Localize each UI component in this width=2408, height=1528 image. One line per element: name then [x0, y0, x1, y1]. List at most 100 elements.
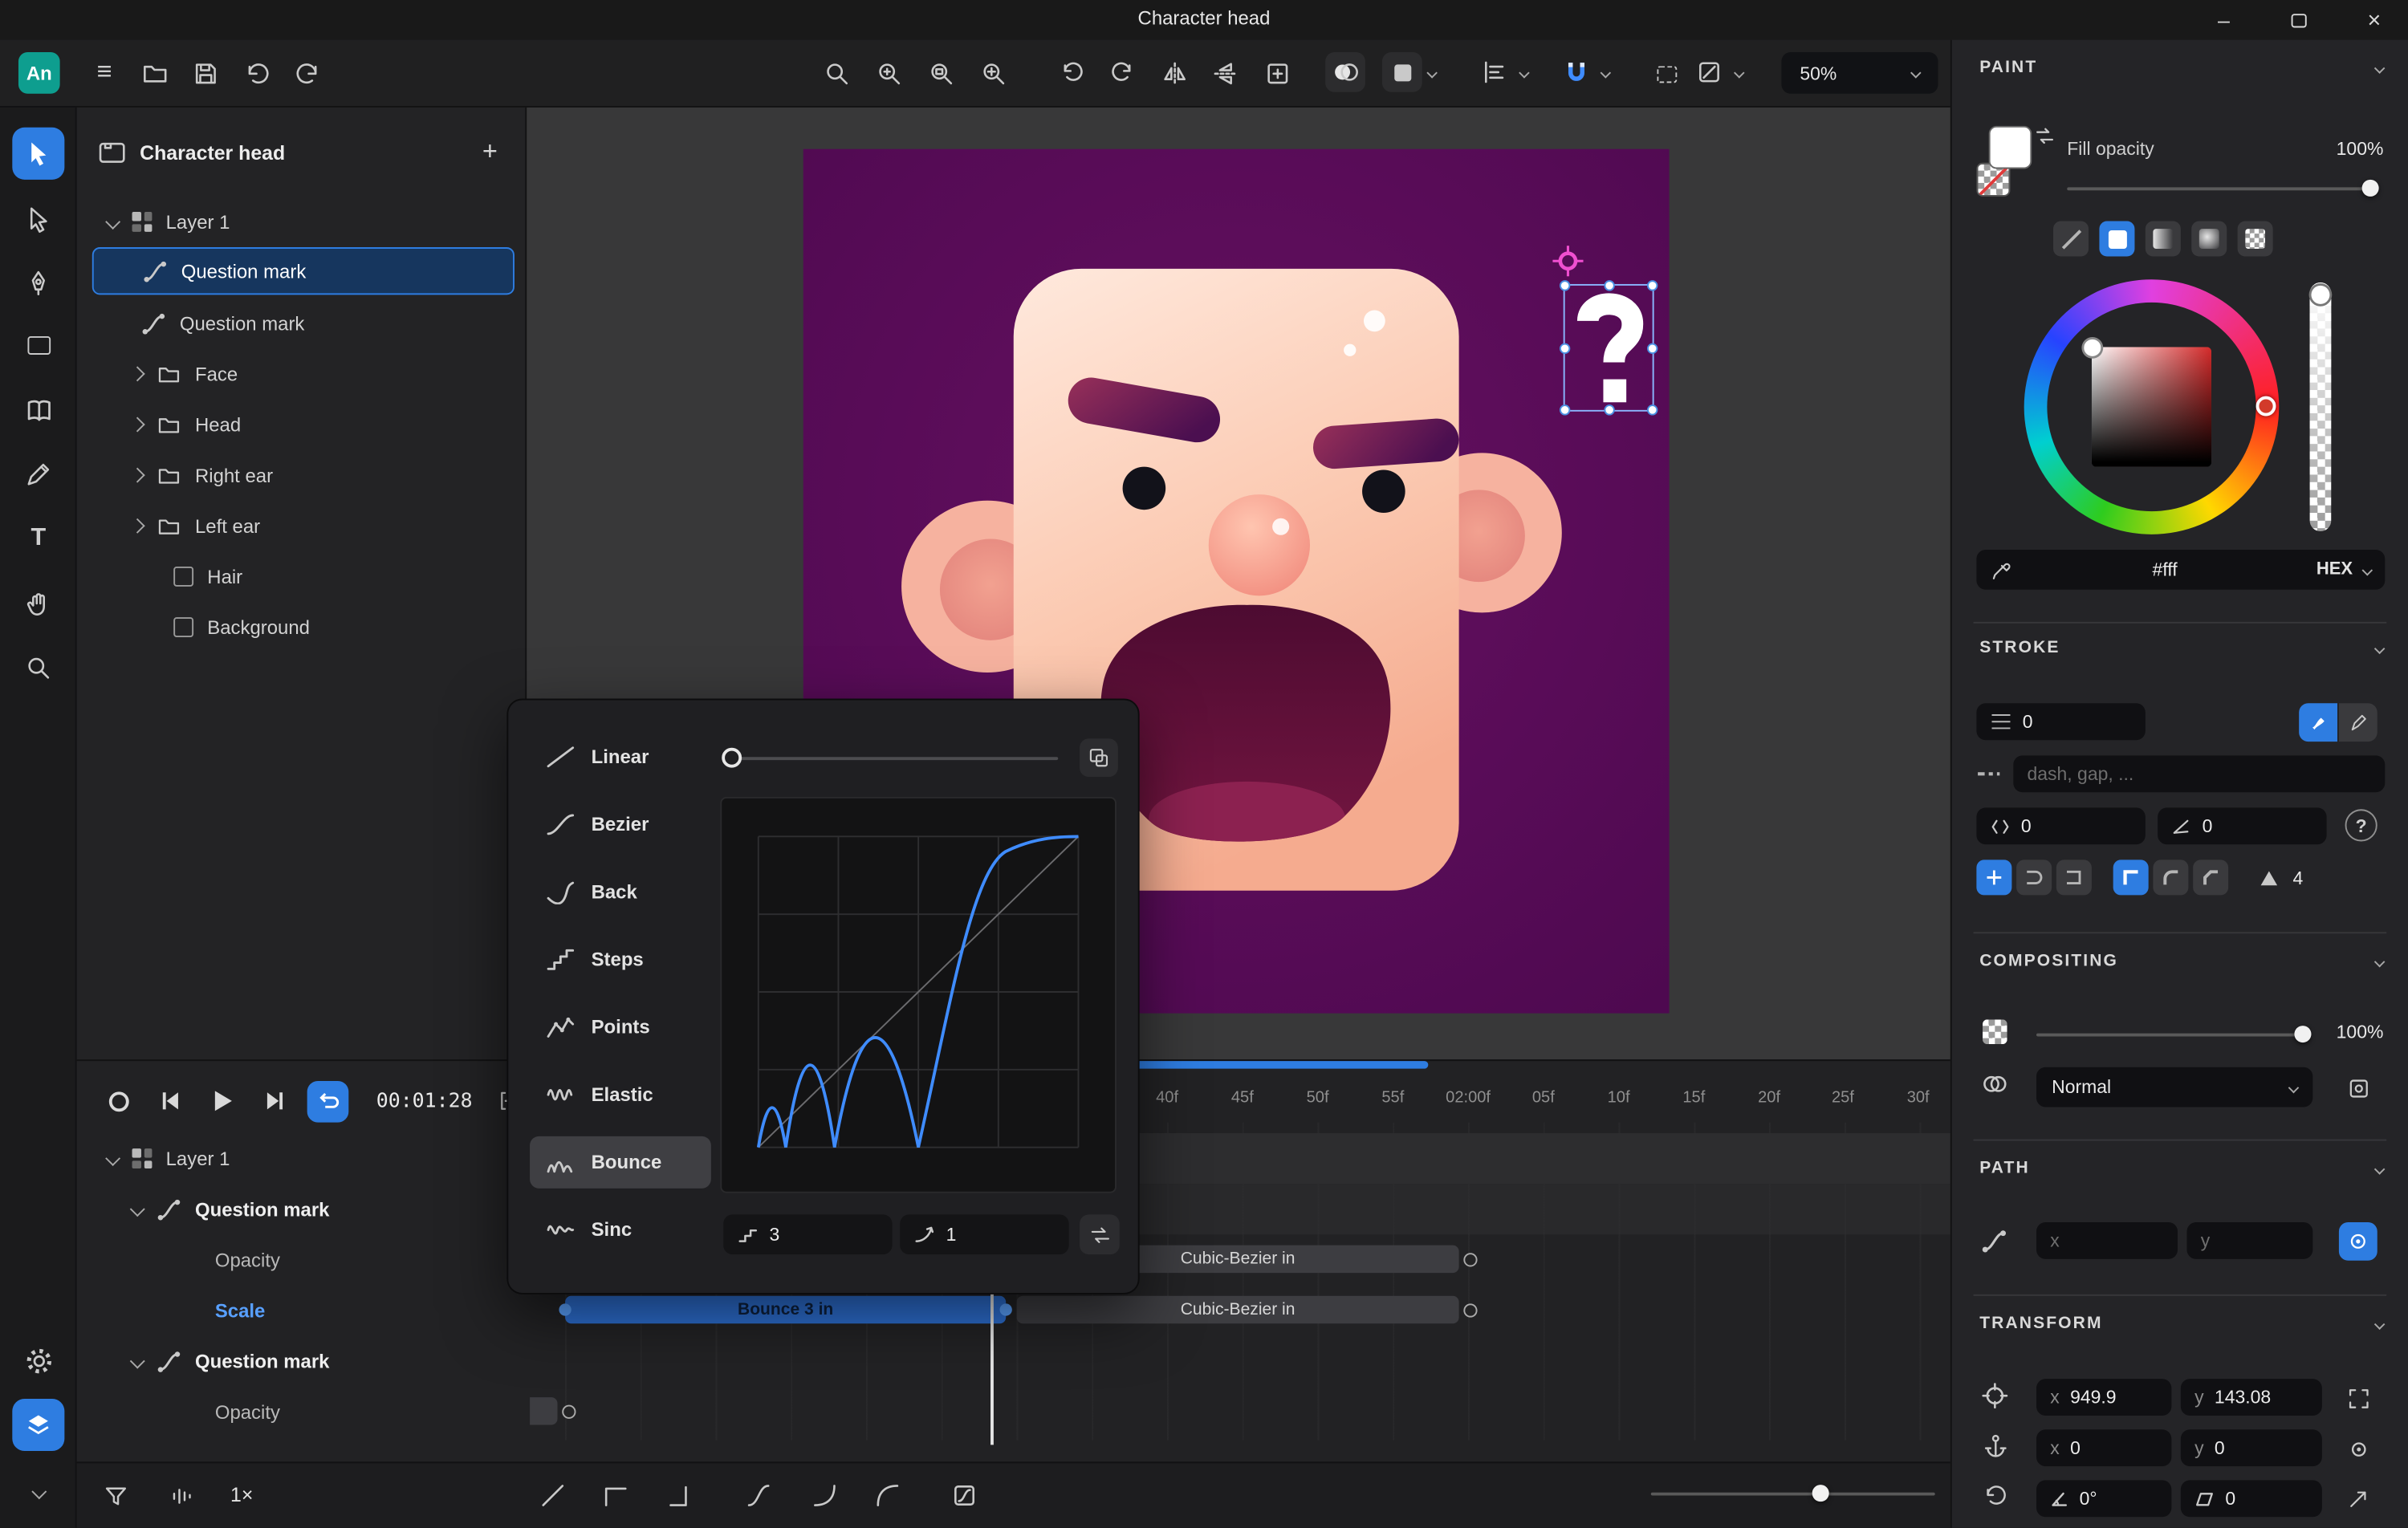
path-target-button[interactable]	[2339, 1222, 2377, 1261]
selection-handle[interactable]	[1603, 404, 1613, 415]
paint-linear-gradient-button[interactable]	[2146, 221, 2181, 257]
save-button[interactable]	[186, 54, 226, 94]
miter-limit-value[interactable]: 4	[2293, 867, 2304, 888]
swap-fill-stroke-icon[interactable]	[2035, 126, 2055, 146]
redo-button[interactable]	[289, 54, 329, 94]
select-tool-button[interactable]	[12, 128, 64, 180]
stroke-width-input[interactable]: 0	[1976, 703, 2145, 740]
preview-scale[interactable]: 1×	[230, 1483, 253, 1506]
isolate-blend-button[interactable]	[2339, 1069, 2377, 1107]
pencil-tool-button[interactable]	[12, 449, 64, 501]
rotate-ccw-button[interactable]	[1052, 54, 1092, 94]
zoom-in-button[interactable]	[869, 54, 909, 94]
audio-button[interactable]	[161, 1476, 201, 1516]
transform-frame-button[interactable]	[2339, 1379, 2377, 1417]
compositing-opacity-knob[interactable]	[2294, 1026, 2311, 1042]
ease-preset-corner-button[interactable]	[661, 1476, 701, 1516]
ease-preset-ease-out-button[interactable]	[868, 1476, 908, 1516]
layer-row-question-mark-selected[interactable]: Question mark	[92, 247, 515, 295]
ease-preset-ease-in-button[interactable]	[805, 1476, 845, 1516]
path-y-input[interactable]	[2186, 1222, 2312, 1259]
selection-handle[interactable]	[1560, 343, 1570, 353]
fill-swatch[interactable]	[1989, 126, 2032, 169]
zoom-level-dropdown[interactable]: 50%	[1781, 52, 1938, 94]
join-round-button[interactable]	[2153, 860, 2188, 895]
next-frame-button[interactable]	[255, 1081, 295, 1121]
focus-selection-button[interactable]	[1258, 54, 1298, 94]
close-button[interactable]: ×	[2357, 0, 2391, 40]
loop-button[interactable]	[307, 1080, 349, 1122]
compositing-opacity-slider[interactable]	[2036, 1034, 2305, 1037]
keyframe-clip-cubic-bezier-2[interactable]: Cubic-Bezier in	[1017, 1296, 1459, 1323]
skew-input[interactable]: 0	[2181, 1480, 2322, 1517]
timeline-row-opacity-2[interactable]: Opacity	[77, 1387, 527, 1437]
ease-preset-linear-button[interactable]	[533, 1476, 573, 1516]
layers-panel-button[interactable]	[12, 1399, 64, 1451]
stroke-pencil-button[interactable]	[2339, 703, 2377, 742]
paint-solid-button[interactable]	[2099, 221, 2134, 257]
anchor-point-indicator[interactable]	[1552, 246, 1583, 276]
mask-mode-button[interactable]	[1325, 52, 1365, 92]
maximize-button[interactable]	[2282, 0, 2316, 40]
app-logo[interactable]: An	[18, 52, 60, 94]
expand-chevron-icon[interactable]	[130, 366, 145, 381]
keyframe-marker[interactable]	[562, 1405, 576, 1419]
bounce-period-input[interactable]: 1	[900, 1214, 1068, 1254]
align-dropdown-chevron[interactable]	[1519, 67, 1530, 78]
alpha-knob[interactable]	[2311, 286, 2329, 304]
collapse-chevron-icon[interactable]	[130, 1354, 145, 1369]
zoom-tool-button[interactable]	[817, 54, 857, 94]
anchor-y-input[interactable]: y 0	[2181, 1429, 2322, 1466]
fill-stroke-swatches[interactable]	[1976, 126, 2053, 203]
transform-section-header[interactable]: TRANSFORM	[1979, 1315, 2383, 1333]
blend-mode-dropdown[interactable]: Normal	[2036, 1067, 2312, 1107]
zoom-tool-rail-button[interactable]	[12, 642, 64, 694]
easing-option-bezier[interactable]: Bezier	[530, 799, 711, 851]
keyframe-marker[interactable]	[1463, 1303, 1477, 1317]
zoom-selection-button[interactable]	[921, 54, 962, 94]
hex-value[interactable]: #fff	[2013, 559, 2316, 580]
eyedropper-icon[interactable]	[1991, 558, 2014, 581]
collapse-chevron-icon[interactable]	[105, 214, 120, 230]
keyframe-clip-partial[interactable]	[530, 1397, 557, 1424]
timeline-row-opacity-1[interactable]: Opacity	[77, 1234, 527, 1285]
keyframe-marker[interactable]	[1463, 1253, 1477, 1266]
record-button[interactable]	[98, 1081, 138, 1121]
position-x-input[interactable]: x 949.9	[2036, 1379, 2171, 1416]
timeline-row-question-mark-1[interactable]: Question mark	[77, 1184, 527, 1234]
easing-copy-button[interactable]	[1080, 738, 1118, 777]
open-file-button[interactable]	[135, 54, 175, 94]
layer-row-right-ear[interactable]: Right ear	[77, 450, 527, 501]
layer-row-background[interactable]: Background	[77, 602, 527, 652]
paint-pattern-button[interactable]	[2238, 221, 2273, 257]
prev-frame-button[interactable]	[151, 1081, 191, 1121]
zoom-fit-button[interactable]	[974, 54, 1014, 94]
minimize-button[interactable]: –	[2207, 0, 2240, 40]
transform-reset-button[interactable]	[2339, 1480, 2377, 1518]
text-tool-button[interactable]: T	[12, 513, 64, 565]
hand-tool-button[interactable]	[12, 577, 64, 629]
rotate-cw-button[interactable]	[1103, 54, 1143, 94]
ease-preset-custom-button[interactable]	[945, 1476, 985, 1516]
saturation-knob[interactable]	[2084, 339, 2101, 356]
rotation-input[interactable]: 0°	[2036, 1480, 2171, 1517]
timeline-row-question-mark-2[interactable]: Question mark	[77, 1336, 527, 1387]
selection-handle[interactable]	[1603, 280, 1613, 291]
fill-opacity-knob[interactable]	[2362, 180, 2379, 197]
cap-round-button[interactable]	[2016, 860, 2052, 895]
flip-vertical-button[interactable]	[1206, 54, 1246, 94]
main-menu-button[interactable]: ≡	[86, 54, 123, 91]
anchor-x-input[interactable]: x 0	[2036, 1429, 2171, 1466]
align-button[interactable]	[1474, 52, 1515, 92]
stroke-offset-input[interactable]: 0	[1976, 807, 2145, 844]
snap-dropdown-chevron[interactable]	[1601, 67, 1612, 78]
boolean-tool-button[interactable]	[1382, 52, 1422, 92]
paint-none-button[interactable]	[2053, 221, 2089, 257]
keyframe-dot[interactable]	[559, 1303, 571, 1315]
settings-button[interactable]	[12, 1335, 64, 1387]
snap-magnet-button[interactable]	[1556, 52, 1596, 92]
selection-handle[interactable]	[1647, 404, 1658, 415]
path-section-header[interactable]: PATH	[1979, 1160, 2383, 1178]
ease-preset-scurve-button[interactable]	[738, 1476, 779, 1516]
cap-butt-button[interactable]	[1976, 860, 2011, 895]
